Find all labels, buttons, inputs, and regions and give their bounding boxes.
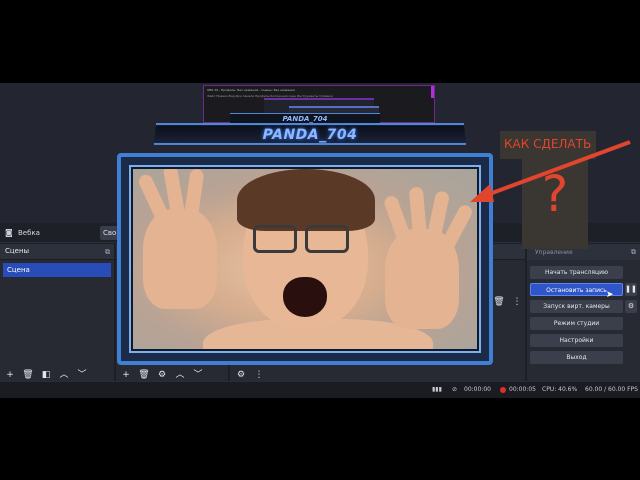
signal-icon: ▮▮▮	[432, 386, 442, 393]
stream-time: 00:00:00	[464, 386, 491, 393]
glasses-right	[305, 225, 349, 253]
add-source-button[interactable]: +	[119, 369, 133, 381]
camera-icon: ◙	[5, 228, 13, 237]
scenes-header: Сцены ⧉	[0, 244, 114, 260]
mouse-cursor-icon: ➤	[606, 290, 614, 300]
webcam-frame-inner	[129, 165, 481, 353]
window-accent	[431, 86, 434, 98]
studio-mode-button[interactable]: Режим студии	[530, 317, 623, 330]
scene-item[interactable]: Сцена	[3, 263, 111, 277]
status-bar: ▮▮▮ ⊘ 00:00:00 00:00:05 CPU: 40.6% 60.00…	[0, 381, 640, 398]
nickname-banner: PANDA_704	[153, 123, 467, 145]
move-up-button[interactable]: ︿	[57, 369, 71, 381]
stream-icon: ⊘	[452, 386, 458, 393]
exit-button[interactable]: Выход	[530, 351, 623, 364]
start-virtual-camera-button[interactable]: Запуск вирт. камеры	[530, 300, 623, 313]
arrow-icon	[470, 140, 631, 202]
controls-title: Управление	[535, 249, 573, 256]
remove-source-button[interactable]: 🗑	[137, 369, 151, 381]
nickname-text: PANDA_704	[262, 127, 358, 143]
recording-time: 00:00:05	[509, 386, 536, 393]
source-up-button[interactable]: ︿	[173, 369, 187, 381]
nested-window-title: OBS 29 - Профиль: Без названия - Сцены: …	[207, 88, 295, 92]
webcam-frame	[117, 153, 493, 365]
mixer-settings-button[interactable]: ⚙	[234, 369, 248, 381]
nested-banner-text: PANDA_704	[282, 115, 328, 123]
cpu-usage: CPU: 40.6%	[542, 386, 578, 393]
start-streaming-button[interactable]: Начать трансляцию	[530, 266, 623, 279]
undock-icon[interactable]: ⧉	[105, 248, 110, 257]
obs-window: OBS 29 - Профиль: Без названия - Сцены: …	[0, 83, 640, 398]
left-hand	[143, 209, 217, 309]
fps-readout: 60.00 / 60.00 FPS	[585, 386, 638, 393]
move-down-button[interactable]: ﹀	[75, 369, 89, 381]
glasses-left	[253, 225, 297, 253]
remove-scene-button[interactable]: 🗑	[21, 369, 35, 381]
add-scene-button[interactable]: +	[3, 369, 17, 381]
source-down-button[interactable]: ﹀	[191, 369, 205, 381]
pause-icon[interactable]: ❚❚	[625, 283, 637, 296]
more-icon[interactable]: ⋮	[510, 296, 524, 308]
subject-mouth	[283, 277, 327, 317]
scene-filters-button[interactable]: ◧	[39, 369, 53, 381]
mixer-menu-button[interactable]: ⋮	[252, 369, 266, 381]
subject-hair	[237, 169, 375, 231]
scenes-dock: Сцены ⧉ Сцена + 🗑 ◧ ︿ ﹀	[0, 244, 114, 384]
remove-icon[interactable]: 🗑	[492, 296, 506, 308]
gear-icon[interactable]: ⚙	[625, 300, 637, 313]
scenes-title: Сцены	[5, 247, 30, 255]
selected-source-label: Вебка	[18, 229, 40, 237]
undock-icon[interactable]: ⧉	[631, 248, 636, 257]
right-finger	[382, 194, 414, 248]
settings-button[interactable]: Настройки	[530, 334, 623, 347]
source-properties-button[interactable]: ⚙	[155, 369, 169, 381]
recording-indicator-icon	[500, 387, 506, 393]
video-frame: OBS 29 - Профиль: Без названия - Сцены: …	[0, 0, 640, 480]
webcam-feed	[133, 169, 477, 349]
controls-dock: Управление ⧉ Начать трансляцию Остановит…	[527, 244, 640, 384]
